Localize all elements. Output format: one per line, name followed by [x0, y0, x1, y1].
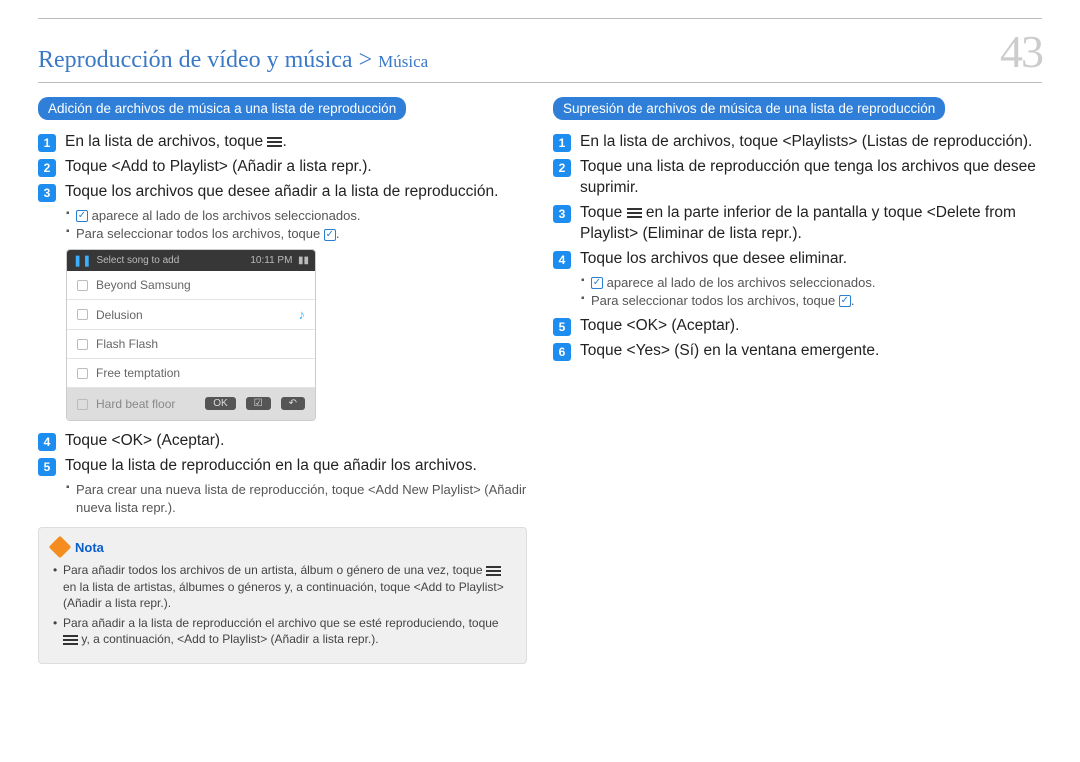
- breadcrumb-main: Reproducción de vídeo y música >: [38, 47, 378, 73]
- device-back-button: ↶: [281, 397, 305, 410]
- step-number-icon: 3: [38, 184, 56, 202]
- pause-icon: ❚❚: [73, 254, 91, 267]
- step-6: 6 Toque <Yes> (Sí) en la ventana emergen…: [553, 341, 1042, 362]
- add-steps-cont: 4 Toque <OK> (Aceptar). 5 Toque la lista…: [38, 431, 527, 477]
- step-text: Toque <OK> (Aceptar).: [580, 316, 1042, 337]
- step-text: Toque la lista de reproducción en la que…: [65, 456, 527, 477]
- song-row: Hard beat floor OK ☑ ↶: [67, 387, 315, 420]
- step-number-icon: 4: [553, 251, 571, 269]
- song-row: Beyond Samsung: [67, 271, 315, 299]
- step-4: 4 Toque los archivos que desee eliminar.: [553, 249, 1042, 270]
- page-number: 43: [1000, 25, 1042, 78]
- right-column: Supresión de archivos de música de una l…: [553, 97, 1042, 664]
- step-text: Toque <Add to Playlist> (Añadir a lista …: [65, 157, 527, 178]
- song-row: Free temptation: [67, 358, 315, 387]
- rule-top: [38, 18, 1042, 19]
- note-item: Para añadir a la lista de reproducción e…: [51, 615, 514, 647]
- checkbox-icon: ✓: [324, 229, 336, 241]
- section-pill-add: Adición de archivos de música a una list…: [38, 97, 406, 120]
- step-5: 5 Toque la lista de reproducción en la q…: [38, 456, 527, 477]
- sub-bullet: Para seleccionar todos los archivos, toq…: [581, 292, 1042, 310]
- step-number-icon: 5: [553, 318, 571, 336]
- step-3: 3 Toque en la parte inferior de la panta…: [553, 203, 1042, 245]
- step-text: Toque <OK> (Aceptar).: [65, 431, 527, 452]
- music-note-icon: ♪: [299, 307, 306, 322]
- checkbox-icon: [77, 280, 88, 291]
- checkbox-icon: ✓: [591, 277, 603, 289]
- checkbox-icon: [77, 399, 88, 410]
- rule-mid: [38, 82, 1042, 83]
- menu-icon: [63, 633, 78, 647]
- step-4: 4 Toque <OK> (Aceptar).: [38, 431, 527, 452]
- sub-bullet: ✓ aparece al lado de los archivos selecc…: [66, 207, 527, 225]
- step-3: 3 Toque los archivos que desee añadir a …: [38, 182, 527, 203]
- note-list: Para añadir todos los archivos de un art…: [51, 562, 514, 647]
- content-columns: Adición de archivos de música a una list…: [38, 97, 1042, 664]
- sub-bullet: Para crear una nueva lista de reproducci…: [66, 481, 527, 517]
- note-item: Para añadir todos los archivos de un art…: [51, 562, 514, 611]
- breadcrumb: Reproducción de vídeo y música > Música: [38, 47, 428, 74]
- step-number-icon: 2: [553, 159, 571, 177]
- menu-icon: [486, 564, 501, 578]
- step-1: 1 En la lista de archivos, toque .: [38, 132, 527, 153]
- step-text: Toque una lista de reproducción que teng…: [580, 157, 1042, 199]
- checkbox-icon: [77, 309, 88, 320]
- step-1: 1 En la lista de archivos, toque <Playli…: [553, 132, 1042, 153]
- device-statusbar: ❚❚Select song to add 10:11 PM ▮▮: [67, 250, 315, 271]
- step-text: Toque en la parte inferior de la pantall…: [580, 203, 1042, 245]
- breadcrumb-sub: Música: [378, 52, 428, 71]
- note-box: Nota Para añadir todos los archivos de u…: [38, 527, 527, 664]
- step-text: Toque los archivos que desee añadir a la…: [65, 182, 527, 203]
- device-title: Select song to add: [96, 255, 179, 266]
- remove-steps-cont: 5 Toque <OK> (Aceptar). 6 Toque <Yes> (S…: [553, 316, 1042, 362]
- left-column: Adición de archivos de música a una list…: [38, 97, 527, 664]
- step-5: 5 Toque <OK> (Aceptar).: [553, 316, 1042, 337]
- step5-subbullets: Para crear una nueva lista de reproducci…: [66, 481, 527, 517]
- checkbox-icon: ✓: [76, 210, 88, 222]
- step3-subbullets: ✓ aparece al lado de los archivos selecc…: [66, 207, 527, 243]
- manual-page: Reproducción de vídeo y música > Música …: [0, 0, 1080, 664]
- note-label: Nota: [75, 540, 104, 555]
- step-number-icon: 4: [38, 433, 56, 451]
- page-header: Reproducción de vídeo y música > Música …: [38, 25, 1042, 78]
- sub-bullet: ✓ aparece al lado de los archivos selecc…: [581, 274, 1042, 292]
- step-number-icon: 5: [38, 458, 56, 476]
- device-ok-button: OK: [205, 397, 235, 410]
- checkbox-icon: [77, 339, 88, 350]
- device-time: 10:11 PM: [250, 255, 292, 266]
- step4-subbullets: ✓ aparece al lado de los archivos selecc…: [581, 274, 1042, 310]
- remove-steps: 1 En la lista de archivos, toque <Playli…: [553, 132, 1042, 270]
- step-number-icon: 2: [38, 159, 56, 177]
- step-text: En la lista de archivos, toque <Playlist…: [580, 132, 1042, 153]
- step-number-icon: 6: [553, 343, 571, 361]
- step-2: 2 Toque <Add to Playlist> (Añadir a list…: [38, 157, 527, 178]
- menu-icon: [627, 206, 642, 220]
- step-text: En la lista de archivos, toque .: [65, 132, 527, 153]
- menu-icon: [267, 135, 282, 149]
- checkbox-icon: [77, 368, 88, 379]
- song-row: Delusion♪: [67, 299, 315, 329]
- section-pill-remove: Supresión de archivos de música de una l…: [553, 97, 945, 120]
- device-screenshot: ❚❚Select song to add 10:11 PM ▮▮ Beyond …: [66, 249, 316, 421]
- step-text: Toque los archivos que desee eliminar.: [580, 249, 1042, 270]
- song-list: Beyond Samsung Delusion♪ Flash Flash Fre…: [67, 271, 315, 420]
- checkbox-icon: ✓: [839, 295, 851, 307]
- note-cube-icon: [49, 536, 72, 559]
- step-text: Toque <Yes> (Sí) en la ventana emergente…: [580, 341, 1042, 362]
- step-2: 2 Toque una lista de reproducción que te…: [553, 157, 1042, 199]
- add-steps: 1 En la lista de archivos, toque . 2 Toq…: [38, 132, 527, 203]
- step-number-icon: 1: [553, 134, 571, 152]
- device-check-button: ☑: [246, 397, 271, 410]
- note-head: Nota: [51, 538, 514, 556]
- song-row: Flash Flash: [67, 329, 315, 358]
- sub-bullet: Para seleccionar todos los archivos, toq…: [66, 225, 527, 243]
- step-number-icon: 3: [553, 205, 571, 223]
- step-number-icon: 1: [38, 134, 56, 152]
